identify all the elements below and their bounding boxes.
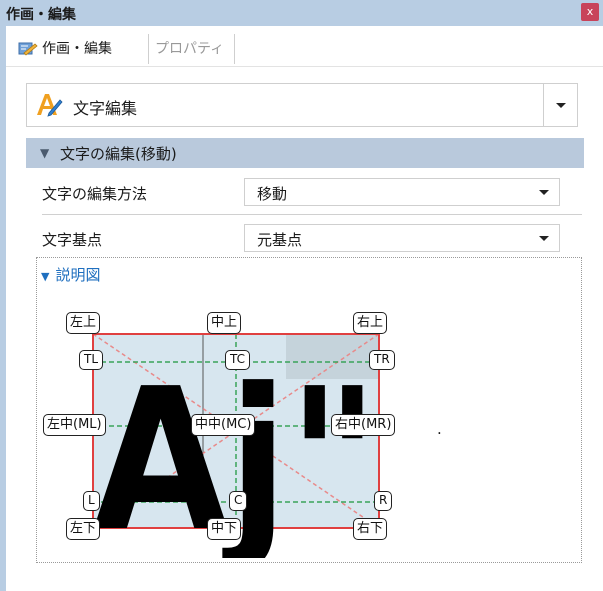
label-bottom-center: 中下 — [207, 518, 242, 540]
edit-method-select[interactable]: 移動 — [244, 178, 560, 206]
explanation-box: ▼ 説明図 Aj" 左上 中上 右上 TL TC TR 左中(ML) 中中(MC… — [36, 257, 582, 563]
edit-panel: 作画・編集 x 作画・編集 プロパティ 文字編集 ▼ 文字の編集(移動) 文字の… — [0, 0, 603, 591]
command-label: 文字編集 — [73, 99, 138, 118]
chevron-down-icon — [539, 190, 549, 195]
label-top-center: 中上 — [207, 312, 242, 334]
label-c: C — [229, 491, 248, 511]
label-middle-left: 左中(ML) — [43, 414, 106, 436]
text-edit-icon — [37, 94, 63, 117]
window-title: 作画・編集 — [6, 7, 76, 23]
chevron-down-icon — [539, 236, 549, 241]
base-point-label: 文字基点 — [42, 231, 103, 249]
tab-properties-label: プロパティ — [155, 41, 225, 57]
explanation-title: 説明図 — [55, 266, 101, 284]
property-row-base-point: 文字基点 元基点 — [36, 224, 576, 254]
base-point-select[interactable]: 元基点 — [244, 224, 560, 252]
tab-bar: 作画・編集 プロパティ — [6, 26, 603, 67]
section-title: 文字の編集(移動) — [60, 145, 177, 163]
explanation-toggle[interactable]: ▼ 説明図 — [41, 264, 100, 285]
collapse-triangle-icon: ▼ — [40, 146, 50, 160]
label-middle-right: 右中(MR) — [331, 414, 396, 436]
expand-triangle-icon: ▼ — [41, 270, 50, 283]
section-header[interactable]: ▼ 文字の編集(移動) — [26, 138, 584, 168]
label-bottom-left: 左下 — [66, 518, 101, 540]
property-row-edit-method: 文字の編集方法 移動 — [36, 178, 576, 208]
label-middle-center: 中中(MC) — [191, 414, 256, 436]
explanation-figure: Aj" 左上 中上 右上 TL TC TR 左中(ML) 中中(MC) 右中(M… — [41, 292, 424, 558]
edit-method-value: 移動 — [257, 185, 288, 203]
label-r: R — [374, 491, 393, 511]
base-point-value: 元基点 — [257, 231, 303, 249]
tab-properties[interactable]: プロパティ — [148, 34, 236, 64]
command-dropdown-button[interactable] — [543, 84, 577, 126]
label-tr: TR — [369, 350, 395, 370]
chevron-down-icon — [556, 103, 566, 108]
label-tl: TL — [79, 350, 104, 370]
content-area: 文字編集 ▼ 文字の編集(移動) 文字の編集方法 移動 文字基点 元基点 ▼ 説… — [20, 67, 593, 567]
tab-draw-edit-label: 作画・編集 — [42, 41, 112, 57]
tab-draw-edit[interactable]: 作画・編集 — [16, 34, 112, 64]
label-top-left: 左上 — [66, 312, 101, 334]
command-select[interactable]: 文字編集 — [26, 83, 578, 127]
label-bottom-right: 右下 — [353, 518, 388, 540]
title-bar: 作画・編集 x — [0, 0, 603, 27]
edit-method-label: 文字の編集方法 — [42, 185, 148, 203]
trailing-text: . — [437, 420, 442, 438]
label-l: L — [83, 491, 100, 511]
panel-left-edge — [0, 26, 6, 591]
close-button[interactable]: x — [581, 3, 599, 21]
row-divider — [42, 214, 582, 215]
label-top-right: 右上 — [353, 312, 388, 334]
draw-edit-icon — [18, 42, 38, 56]
label-tc: TC — [225, 350, 251, 370]
